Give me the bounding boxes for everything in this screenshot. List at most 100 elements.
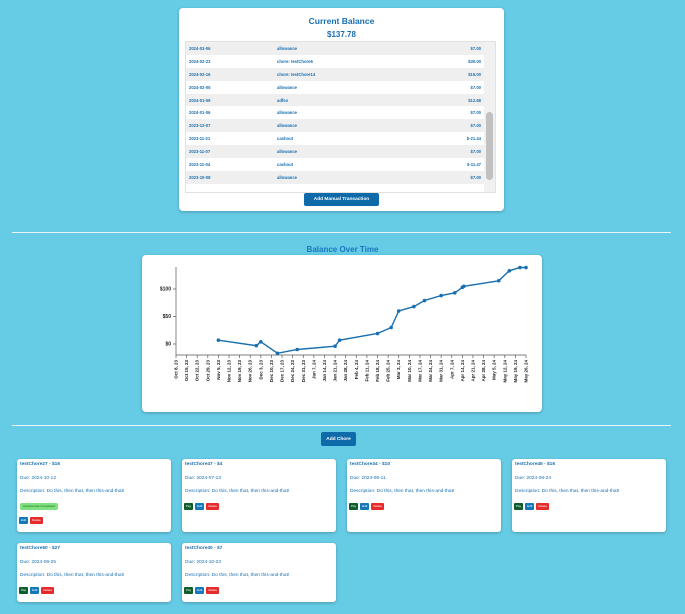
x-tick-label: Feb 11, 24 [364, 360, 369, 382]
transaction-description: cashout [277, 161, 294, 167]
chore-title: testChore47 - $4 [185, 462, 223, 467]
y-tick-label: $50 [163, 314, 172, 320]
transaction-date: 2024-01-09 [186, 93, 274, 107]
scrollbar-thumb[interactable] [486, 112, 493, 180]
chore-description: Description: Do this, then that, then th… [185, 489, 290, 494]
transaction-row: 2023-11-04 cashout $-11.47 [186, 158, 484, 171]
transaction-description: adfso [274, 93, 404, 107]
chore-title: testChore45 - $16 [515, 462, 555, 467]
data-point [275, 351, 280, 356]
x-tick-label: Feb 25, 24 [386, 360, 391, 382]
x-tick-label: Oct 15, 23 [184, 360, 189, 382]
x-tick-label: Mar 17, 24 [417, 360, 422, 382]
edit-button[interactable]: Edit [195, 587, 205, 594]
x-tick-label: Jan 7, 24 [311, 360, 316, 380]
divider [12, 425, 671, 426]
data-point [389, 325, 393, 330]
chore-card: testChore45 - $16 Due: 2024-08-24 Descript… [512, 459, 666, 532]
edit-button[interactable]: Edit [195, 503, 205, 510]
delete-button[interactable]: Delete [206, 587, 220, 594]
transaction-amount: $7.00 [404, 170, 484, 184]
x-tick-label: Nov 5, 23 [216, 360, 221, 380]
x-tick-label: Oct 8, 23 [174, 360, 179, 379]
transaction-row: 2024-02-23 chore: testChore6 $30.00 [186, 55, 484, 68]
transaction-date: 2024-02-16 [186, 67, 274, 81]
add-chore-button[interactable]: Add Chore [321, 432, 356, 446]
x-tick-label: Apr 7, 24 [449, 360, 454, 380]
data-point [216, 338, 221, 342]
chore-actions: Edit Delete [19, 517, 43, 524]
transaction-description: allowance [274, 119, 404, 133]
chore-due-date: Due: 2024-10-23 [185, 560, 222, 565]
delete-button[interactable]: Delete [30, 517, 43, 524]
y-tick-label: $100 [160, 287, 171, 293]
pay-button[interactable]: Pay [19, 587, 29, 594]
delete-button[interactable]: Delete [41, 587, 55, 594]
delete-button[interactable]: Delete [536, 503, 550, 510]
transactions-list[interactable]: 2024-03-06 allowance $7.00 2024-02-23 chore:… [185, 41, 496, 193]
x-tick-label: Nov 12, 23 [227, 360, 232, 383]
transactions-scrollbar[interactable] [484, 42, 495, 192]
x-tick-label: Nov 19, 23 [237, 360, 242, 383]
edit-button[interactable]: Edit [30, 587, 40, 594]
transaction-row: 2023-11-07 allowance $7.00 [186, 145, 484, 159]
x-tick-label: Apr 28, 24 [481, 360, 486, 382]
pay-button[interactable]: Pay [184, 503, 194, 510]
chore-description: Description: Do this, then that, then th… [350, 489, 455, 494]
transaction-row: 2023-12-07 allowance $7.00 [186, 119, 484, 133]
transaction-date: 2023-11-04 [189, 161, 211, 167]
x-tick-label: Jan 21, 24 [333, 360, 338, 382]
x-tick-label: Nov 26, 23 [248, 360, 253, 383]
pay-button[interactable]: Pay [349, 503, 359, 510]
transaction-description: cashout [277, 136, 294, 142]
x-tick-label: Dec 3, 23 [258, 360, 263, 380]
x-tick-label: Mar 24, 24 [428, 360, 433, 382]
x-tick-label: Mar 3, 24 [396, 360, 401, 380]
y-tick-label: $0 [165, 342, 171, 348]
add-manual-transaction-button[interactable]: Add Manual Transaction [304, 193, 379, 206]
data-point [524, 265, 528, 270]
accepted-badge: Accepted as Completed [20, 503, 58, 510]
x-tick-label: May 12, 24 [502, 360, 507, 383]
transaction-row: 2024-02-16 chore: testChore14 $15.00 [186, 67, 484, 81]
delete-button[interactable]: Delete [206, 503, 220, 510]
transaction-row: 2024-02-05 allowance $7.00 [186, 81, 484, 94]
edit-button[interactable]: Edit [360, 503, 370, 510]
pay-button[interactable]: Pay [184, 587, 194, 594]
x-tick-label: Dec 10, 23 [269, 360, 274, 383]
transaction-description: allowance [274, 42, 404, 55]
data-point [295, 347, 300, 352]
x-tick-label: Feb 18, 24 [375, 360, 380, 382]
edit-button[interactable]: Edit [19, 517, 29, 524]
balance-chart: $0 $50 $100 Oct 8, 23 Oct 15, 23 Oct 22, 23 Oc… [160, 265, 529, 383]
data-point [375, 331, 380, 336]
x-tick-label: May 19, 24 [513, 360, 518, 383]
transaction-date: 2024-03-06 [186, 42, 274, 55]
balance-line [218, 266, 526, 355]
transaction-row: 2024-01-09 adfso $12.68 [186, 93, 484, 107]
chore-card: testChore27 - $16 Due: 2024-10-12 Descript… [17, 459, 171, 532]
chore-title: testChore40 - $7 [185, 546, 223, 551]
chore-due-date: Due: 2024-10-12 [20, 476, 57, 481]
x-tick-label: Mar 10, 24 [407, 360, 412, 382]
delete-button[interactable]: Delete [371, 503, 385, 510]
x-tick-label: Oct 22, 23 [195, 360, 200, 382]
x-tick-label: May 26, 24 [524, 360, 529, 383]
data-point [259, 340, 263, 344]
transaction-amount: $15.00 [404, 67, 484, 81]
data-point [333, 344, 337, 348]
chore-actions: Pay Edit Delete [19, 587, 55, 594]
edit-button[interactable]: Edit [525, 503, 535, 510]
data-point [462, 284, 466, 289]
x-tick-label: Dec 17, 23 [280, 360, 285, 383]
x-tick-label: Jan 14, 24 [322, 360, 327, 382]
x-tick-label: Oct 29, 23 [205, 360, 210, 382]
data-point [337, 338, 342, 342]
transaction-amount: $7.00 [404, 119, 484, 133]
transaction-description: allowance [277, 84, 298, 90]
transaction-date: 2023-11-21 [189, 136, 211, 142]
chore-title: testChore27 - $16 [20, 462, 60, 467]
chore-description: Description: Do this, then that, then th… [515, 489, 620, 494]
pay-button[interactable]: Pay [514, 503, 524, 510]
transaction-description: chore: testChore14 [274, 67, 404, 81]
